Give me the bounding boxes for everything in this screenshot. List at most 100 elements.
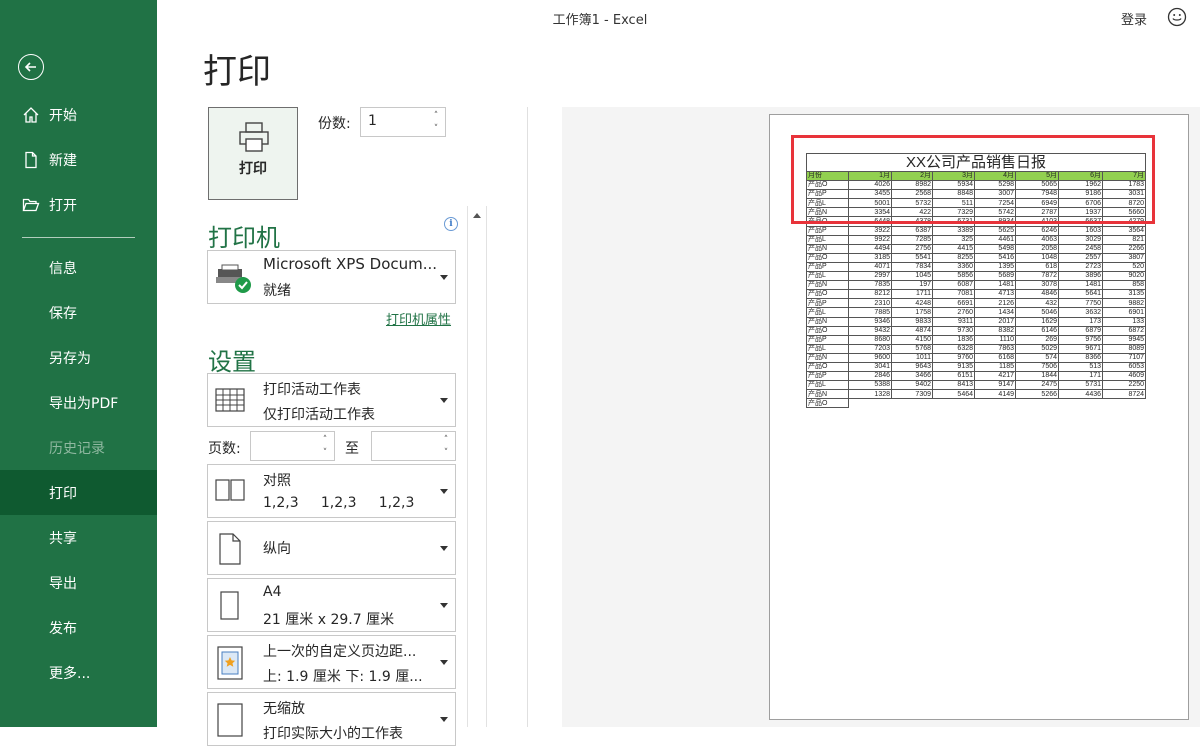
sheet-cell: 9833: [891, 316, 933, 327]
sheet-cell: 2760: [932, 307, 975, 318]
nav-home[interactable]: 开始: [0, 92, 157, 137]
setting-line1: 无缩放: [263, 701, 305, 717]
back-arrow-icon[interactable]: [18, 54, 44, 80]
no-scaling-icon: [217, 703, 243, 737]
sheet-cell: 产品N: [806, 316, 849, 327]
spin-up-icon[interactable]: ˄: [431, 111, 441, 121]
sheet-cell: 1011: [891, 352, 933, 363]
sheet-cell: 7834: [891, 261, 933, 273]
sheet-cell: 6168: [974, 352, 1016, 363]
sheet-cell: 5641: [1058, 289, 1103, 300]
sheet-cell: 9882: [1101, 298, 1147, 309]
nav-export[interactable]: 导出: [0, 560, 157, 605]
home-icon: [23, 106, 39, 123]
sheet-cell: 产品O: [806, 325, 849, 336]
sheet-cell: 5731: [1058, 380, 1103, 391]
settings-scrollbar[interactable]: [467, 206, 487, 727]
sheet-cell: 9600: [848, 352, 892, 363]
sheet-row: 产品P 2846 3466 6151 4217 1844 171 4609: [806, 371, 1147, 382]
sheet-cell: 1844: [1015, 371, 1059, 382]
sheet-cell: 5498: [974, 243, 1016, 254]
nav-publish[interactable]: 发布: [0, 605, 157, 650]
worksheet-grid-icon: [215, 388, 245, 412]
sheet-cell: 6328: [932, 343, 975, 354]
sheet-cell: 9730: [932, 325, 975, 336]
nav-new[interactable]: 新建: [0, 137, 157, 182]
sheet-cell: 1836: [932, 334, 975, 345]
print-button[interactable]: 打印: [208, 107, 298, 200]
sheet-cell: 4149: [974, 389, 1016, 400]
sheet-cell: 产品L: [806, 234, 849, 245]
sheet-row: 产品P 2310 4248 6691 2126 432 7750 9882: [806, 298, 1147, 309]
sheet-cell: 产品L: [806, 380, 849, 391]
feedback-smiley-icon[interactable]: [1167, 7, 1187, 27]
orientation-dropdown[interactable]: 纵向: [207, 521, 456, 575]
sheet-cell: 7863: [974, 343, 1016, 354]
nav-print[interactable]: 打印: [0, 470, 157, 515]
nav-label: 共享: [49, 530, 77, 547]
sheet-cell: 5046: [1015, 307, 1059, 318]
sheet-cell: 产品N: [806, 352, 849, 363]
printer-dropdown[interactable]: Microsoft XPS Docum... 就绪: [207, 250, 456, 304]
spin-down-icon[interactable]: ˅: [431, 124, 441, 134]
nav-label: 开始: [49, 107, 77, 124]
printer-name: Microsoft XPS Docum...: [263, 255, 438, 273]
sheet-cell: 产品O: [806, 398, 849, 409]
window-title: 工作簿1 - Excel: [552, 13, 648, 28]
nav-info[interactable]: 信息: [0, 245, 157, 290]
nav-export-pdf[interactable]: 导出为PDF: [0, 380, 157, 425]
sheet-cell: 9922: [848, 234, 892, 245]
pages-to-input[interactable]: ˄ ˅: [371, 431, 456, 461]
spin-down-icon[interactable]: ˅: [441, 448, 451, 458]
nav-save-as[interactable]: 另存为: [0, 335, 157, 380]
sheet-cell: 5266: [1015, 389, 1059, 400]
paper-size-dropdown[interactable]: A4 21 厘米 x 29.7 厘米: [207, 578, 456, 632]
sheet-cell: 3360: [932, 261, 975, 273]
spin-up-icon[interactable]: ˄: [320, 435, 330, 445]
folder-open-icon: [22, 198, 40, 211]
sheet-cell: 2846: [848, 371, 892, 382]
printer-properties-link[interactable]: 打印机属性: [386, 309, 451, 328]
spin-up-icon[interactable]: ˄: [441, 435, 451, 445]
nav-label: 发布: [49, 620, 77, 637]
nav-save[interactable]: 保存: [0, 290, 157, 335]
sheet-row: 产品N 4494 2756 4415 5498 2058 2458 2266: [806, 243, 1147, 254]
sheet-cell: 6387: [891, 225, 933, 236]
sheet-cell: 3041: [848, 361, 892, 373]
margins-dropdown[interactable]: 上一次的自定义页边距... 上: 1.9 厘米 下: 1.9 厘...: [207, 635, 456, 689]
sheet-cell: 5388: [848, 380, 892, 391]
pages-from-input[interactable]: ˄ ˅: [250, 431, 335, 461]
nav-open[interactable]: 打开: [0, 182, 157, 227]
sheet-cell: 9346: [848, 316, 892, 327]
chevron-down-icon: [440, 660, 448, 665]
sheet-cell: 2723: [1058, 261, 1103, 273]
copies-input[interactable]: 1 ˄ ˅: [360, 107, 446, 137]
sheet-cell: [975, 399, 1016, 408]
sheet-cell: 171: [1058, 371, 1103, 382]
sheet-cell: 1045: [891, 271, 933, 282]
sheet-cell: 6087: [932, 280, 975, 291]
backstage-sidebar: 开始 新建 打开 信息 保存 另存为 导出为PDF 历史记录 打印 共享 导出 …: [0, 0, 157, 727]
sheet-cell: 1711: [891, 289, 933, 300]
info-icon[interactable]: i: [444, 217, 458, 231]
sheet-cell: 3466: [891, 371, 933, 382]
sheet-cell: 8680: [848, 334, 892, 345]
scaling-dropdown[interactable]: 无缩放 打印实际大小的工作表: [207, 692, 456, 746]
copies-value: 1: [368, 113, 377, 129]
scroll-up-icon[interactable]: [473, 213, 481, 218]
paper-size-icon: [220, 591, 239, 620]
sheet-cell: 9643: [891, 361, 933, 373]
sheet-cell: 8724: [1101, 389, 1147, 400]
sheet-cell: 1481: [974, 280, 1016, 291]
collate-dropdown[interactable]: 对照 1,2,3 1,2,3 1,2,3: [207, 464, 456, 518]
spin-down-icon[interactable]: ˅: [320, 448, 330, 458]
sheet-cell: 8382: [974, 325, 1016, 336]
login-link[interactable]: 登录: [1121, 9, 1147, 28]
print-scope-dropdown[interactable]: 打印活动工作表 仅打印活动工作表: [207, 373, 456, 427]
nav-share[interactable]: 共享: [0, 515, 157, 560]
sheet-cell: 8089: [1101, 343, 1147, 354]
sheet-cell: 6151: [932, 371, 975, 382]
nav-more[interactable]: 更多...: [0, 650, 157, 695]
sheet-cell: 7872: [1015, 271, 1059, 282]
sheet-cell: 产品P: [806, 298, 849, 309]
